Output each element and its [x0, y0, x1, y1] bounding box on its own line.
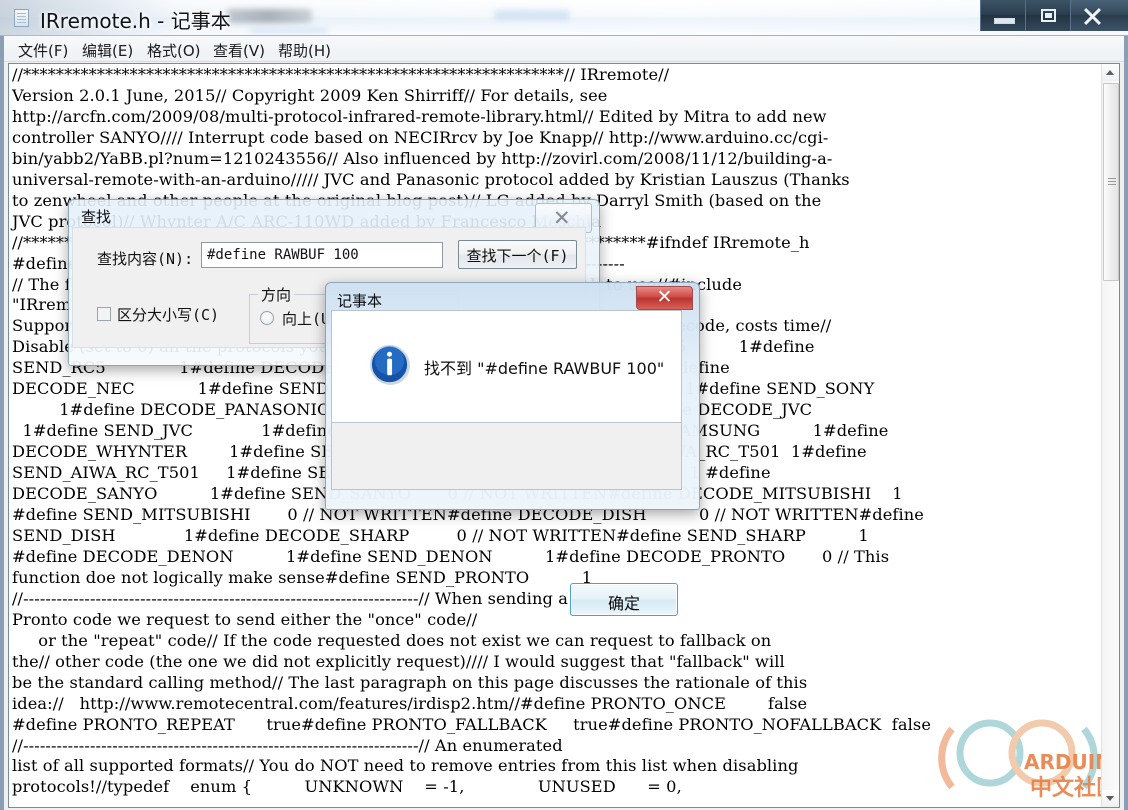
- find-next-label: 查找下一个(F): [466, 247, 569, 265]
- glass-reflection-2: [226, 9, 312, 23]
- window-title: IRremote.h - 记事本: [40, 9, 231, 33]
- close-button[interactable]: [1070, 0, 1128, 31]
- message-box-content: 找不到 "#define RAWBUF 100": [331, 310, 682, 423]
- scroll-up-arrow[interactable]: [1102, 64, 1119, 81]
- scroll-down-arrow[interactable]: [1102, 790, 1119, 807]
- information-icon: [369, 344, 411, 386]
- vertical-scrollbar[interactable]: [1101, 64, 1119, 807]
- message-box[interactable]: 记事本 ✕ 找不到 "#define RAWBUF 100" 确定: [325, 282, 700, 616]
- menu-item-edit[interactable]: 编辑(E): [78, 39, 137, 62]
- ok-button-label: 确定: [607, 594, 640, 613]
- notepad-window: IRremote.h - 记事本 文件(F) 编辑(E) 格式(O) 查看(V)…: [0, 0, 1128, 810]
- message-box-button-bar: 确定: [331, 423, 682, 616]
- message-box-title: 记事本: [337, 292, 383, 310]
- message-box-text: 找不到 "#define RAWBUF 100": [424, 359, 665, 378]
- title-bar: IRremote.h - 记事本: [0, 0, 1128, 36]
- direction-group-label: 方向: [258, 284, 295, 305]
- restore-button[interactable]: [1025, 0, 1070, 31]
- direction-up-radio[interactable]: [260, 311, 274, 325]
- minimize-button[interactable]: [980, 0, 1025, 31]
- find-what-label: 查找内容(N):: [97, 250, 194, 268]
- find-next-button[interactable]: 查找下一个(F): [458, 240, 577, 269]
- window-controls: [980, 0, 1128, 31]
- notepad-icon: [14, 9, 29, 27]
- menu-item-file[interactable]: 文件(F): [14, 39, 72, 62]
- checkbox-box: [97, 307, 111, 321]
- ok-button[interactable]: 确定: [570, 583, 678, 616]
- menu-item-help[interactable]: 帮助(H): [274, 39, 335, 62]
- menu-item-format[interactable]: 格式(O): [143, 39, 205, 62]
- menu-item-view[interactable]: 查看(V): [209, 39, 269, 62]
- menu-bar: 文件(F) 编辑(E) 格式(O) 查看(V) 帮助(H): [4, 36, 1124, 62]
- glass-reflection-4: [250, 28, 328, 33]
- glass-reflection-3: [494, 10, 570, 20]
- message-box-close-button[interactable]: ✕: [636, 286, 693, 310]
- find-what-input[interactable]: #define RAWBUF 100: [201, 242, 443, 268]
- scrollbar-thumb[interactable]: [1103, 83, 1119, 281]
- find-what-value: #define RAWBUF 100: [207, 247, 359, 263]
- find-dialog-title: 查找: [81, 208, 112, 226]
- match-case-label: 区分大小写(C): [117, 306, 220, 324]
- close-icon: ✕: [656, 286, 673, 308]
